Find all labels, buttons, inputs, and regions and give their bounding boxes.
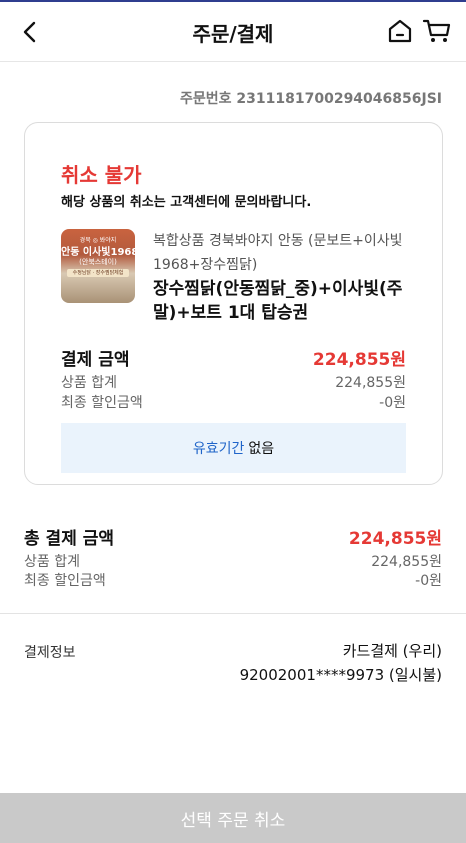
discount-value: -0원 bbox=[379, 395, 406, 411]
order-item-card: 취소 불가 해당 상품의 취소는 고객센터에 문의바랍니다. 경북 ◎ 봐야지 … bbox=[24, 122, 443, 485]
section-divider bbox=[0, 613, 466, 614]
cart-icon bbox=[422, 19, 451, 42]
thumbnail-text: 안동 이사빛1968 bbox=[61, 247, 135, 258]
validity-label: 유효기간 bbox=[192, 441, 245, 457]
validity-box: 유효기간 없음 bbox=[61, 423, 406, 473]
total-subtotal-value: 224,855원 bbox=[371, 554, 442, 570]
thumbnail-text: 수정님닭 · 장수찜닭체험 bbox=[67, 269, 129, 277]
cancel-status-description: 해당 상품의 취소는 고객센터에 문의바랍니다. bbox=[61, 195, 312, 210]
thumbnail-text: (안북스테이) bbox=[79, 258, 117, 266]
product-category: 복합상품 경북봐야지 안동 (문보트+이사빛1968+장수찜닭) bbox=[153, 233, 403, 273]
total-subtotal-label: 상품 합계 bbox=[24, 554, 80, 570]
cancel-selected-order-button[interactable]: 선택 주문 취소 bbox=[0, 793, 466, 843]
total-discount-label: 최종 할인금액 bbox=[24, 573, 106, 589]
payment-info-label: 결제정보 bbox=[24, 645, 76, 661]
subtotal-value: 224,855원 bbox=[335, 375, 406, 391]
payment-amount-label: 결제 금액 bbox=[61, 350, 130, 370]
app-header: 주문/결제 bbox=[0, 2, 466, 62]
payment-card-number: 92002001****9973 (일시불) bbox=[239, 666, 442, 684]
total-payment-value: 224,855원 bbox=[348, 529, 442, 549]
total-discount-value: -0원 bbox=[415, 573, 442, 589]
cancel-status-title: 취소 불가 bbox=[61, 163, 142, 187]
total-payment-label: 총 결제 금액 bbox=[24, 529, 115, 549]
order-number: 주문번호 2311181700294046856JSI bbox=[180, 91, 442, 107]
validity-value: 없음 bbox=[248, 441, 275, 457]
product-name[interactable]: 장수찜닭(안동찜닭_중)+이사빛(주말)+보트 1대 탑승권 bbox=[153, 277, 423, 325]
home-button[interactable] bbox=[386, 17, 414, 45]
discount-label: 최종 할인금액 bbox=[61, 395, 143, 411]
payment-amount-value: 224,855원 bbox=[312, 350, 406, 370]
product-thumbnail[interactable]: 경북 ◎ 봐야지 안동 이사빛1968 (안북스테이) 수정님닭 · 장수찜닭체… bbox=[61, 229, 135, 303]
cart-button[interactable] bbox=[422, 17, 452, 45]
subtotal-label: 상품 합계 bbox=[61, 375, 117, 391]
home-icon bbox=[388, 19, 412, 43]
payment-method: 카드결제 (우리) bbox=[342, 642, 442, 660]
